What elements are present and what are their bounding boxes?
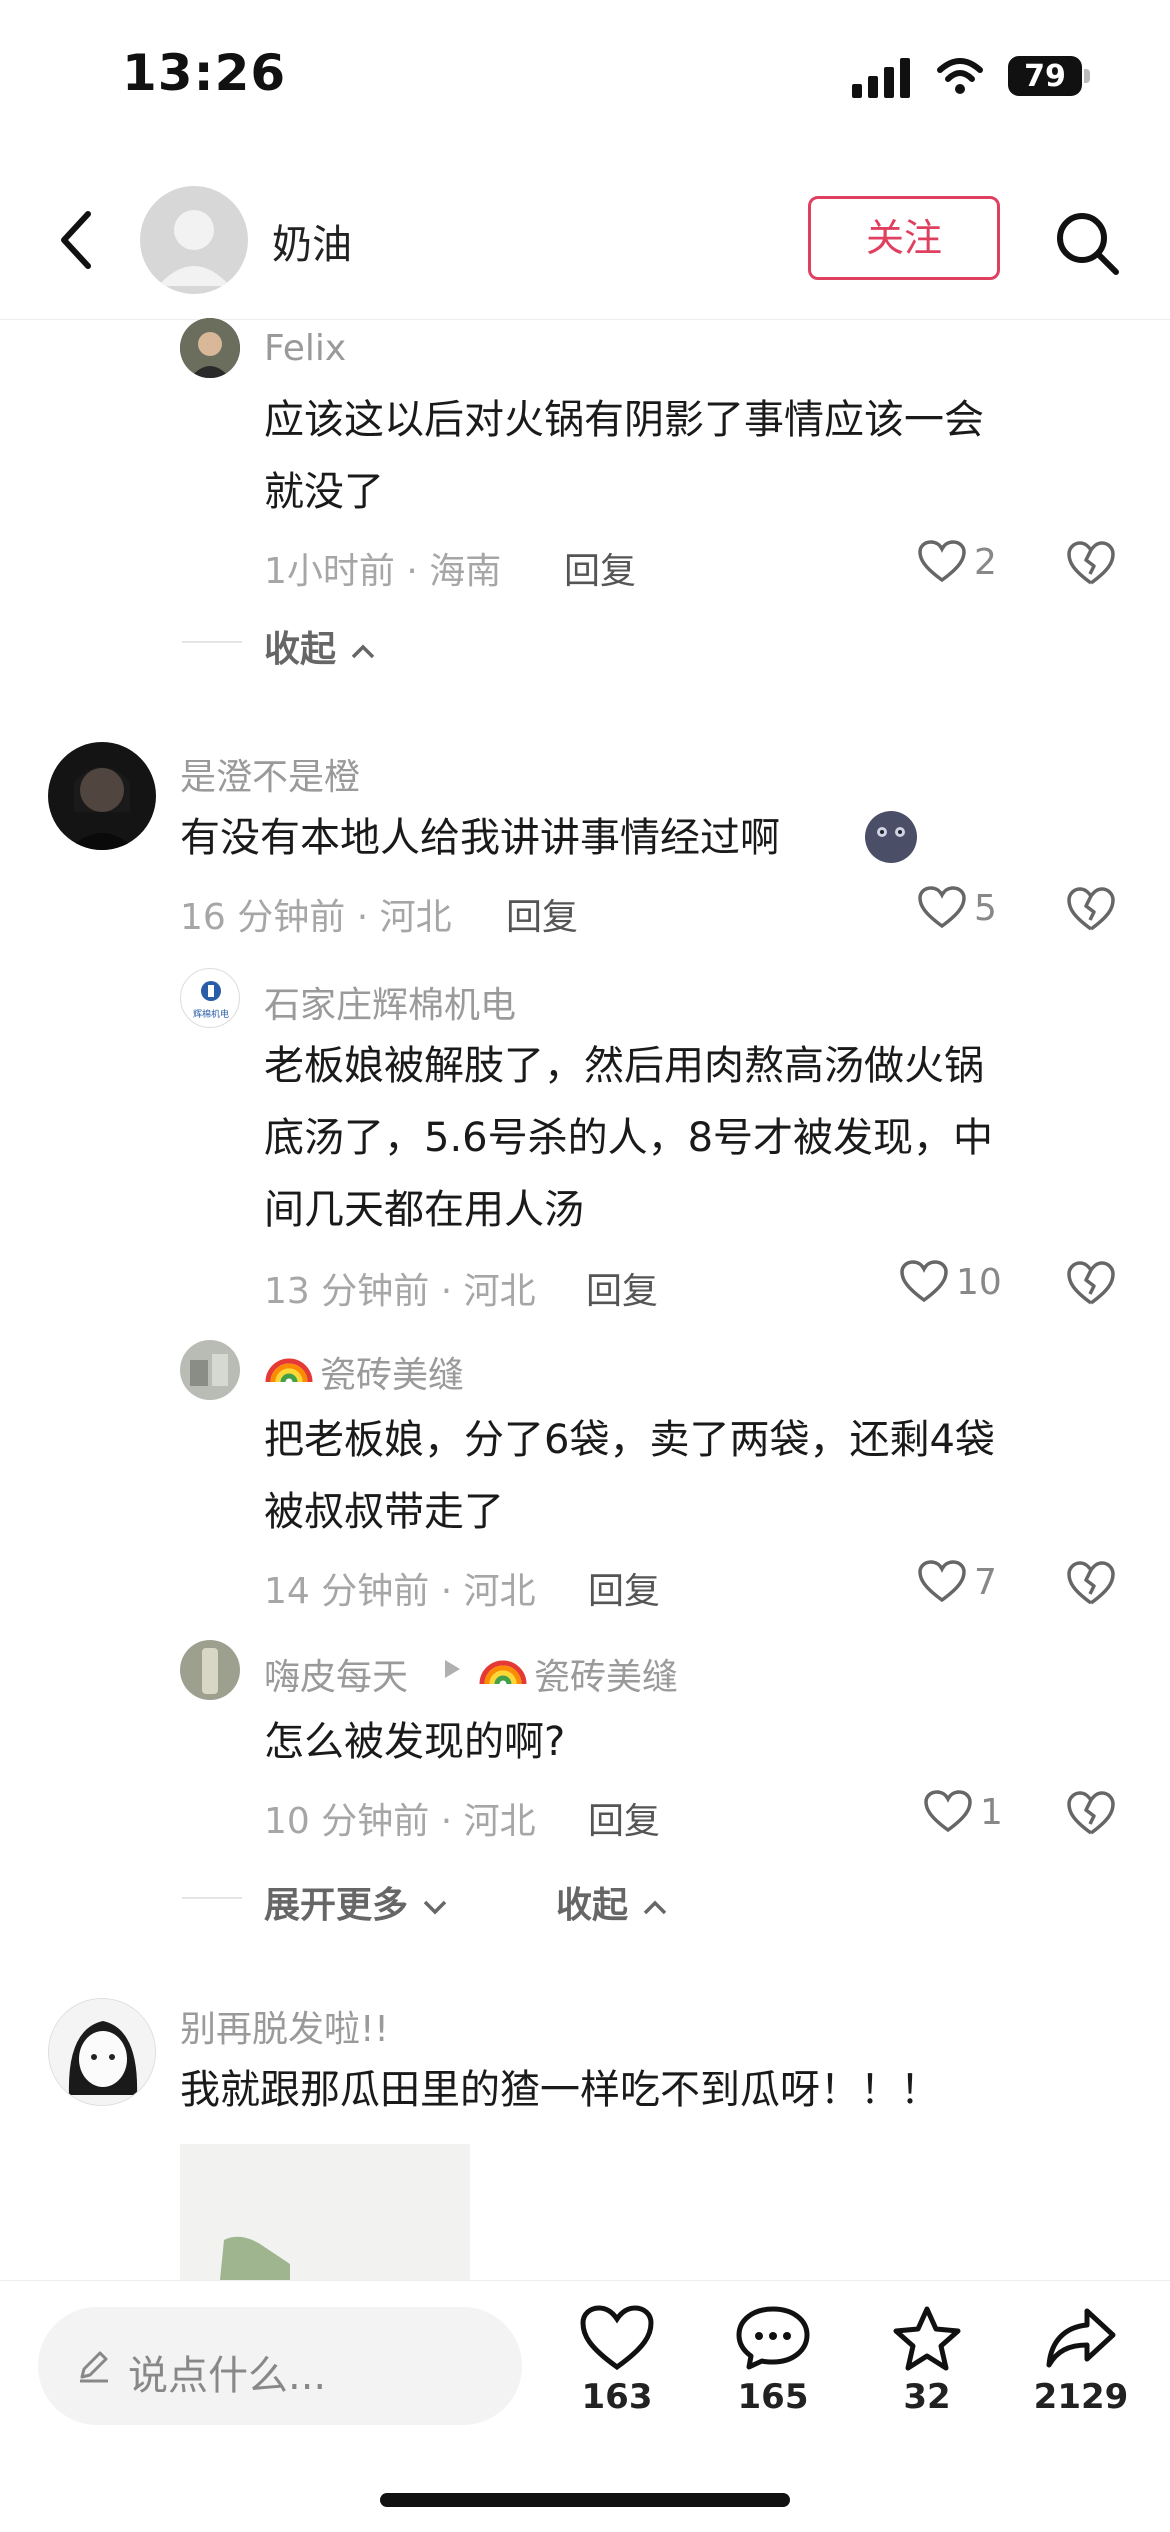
comment-input-placeholder: 说点什么... <box>128 2353 327 2399</box>
comment-text: 怎么被发现的啊? <box>264 1719 566 1765</box>
chevron-up-icon <box>643 1900 666 1915</box>
like-count: 10 <box>956 1262 1002 1303</box>
favorite-count: 32 <box>903 2377 951 2417</box>
author-avatar[interactable] <box>140 186 248 294</box>
follow-button[interactable]: 关注 <box>808 196 1000 280</box>
like-post-count: 163 <box>581 2377 653 2417</box>
avatar[interactable]: 辉棉机电 <box>180 968 240 1028</box>
star-icon <box>893 2306 961 2371</box>
divider <box>182 1897 242 1899</box>
rainbow-icon <box>479 1660 527 1685</box>
comment-username[interactable]: 嗨皮每天 <box>264 1648 408 1700</box>
heart-icon <box>918 540 966 583</box>
back-icon[interactable] <box>56 208 96 272</box>
collapse-label: 收起 <box>556 1885 629 1926</box>
comment-meta: 10 分钟前 · 河北 <box>264 1801 536 1842</box>
like-button[interactable]: 10 <box>900 1254 1020 1310</box>
home-indicator <box>380 2493 790 2507</box>
collapse-replies-button[interactable]: 收起 <box>556 1876 669 1928</box>
like-button[interactable]: 2 <box>918 534 1018 590</box>
dislike-icon[interactable] <box>1066 538 1116 588</box>
chevron-up-icon <box>351 644 374 659</box>
heart-icon <box>918 886 966 929</box>
battery-level: 79 <box>1024 59 1066 94</box>
heart-icon <box>924 1790 972 1833</box>
comment-text-line: 间几天都在用人汤 <box>264 1187 584 1233</box>
top-navigation: 奶油 关注 <box>0 180 1170 320</box>
comment-meta: 14 分钟前 · 河北 <box>264 1571 536 1612</box>
comment-meta: 16 分钟前 · 河北 <box>180 897 452 938</box>
reply-button[interactable]: 回复 <box>588 1562 660 1614</box>
reply-to-username[interactable]: 瓷砖美缝 <box>534 1648 678 1700</box>
comment-text-line: 底汤了，5.6号杀的人，8号才被发现，中 <box>264 1115 994 1161</box>
reply-button[interactable]: 回复 <box>506 888 578 940</box>
avatar[interactable] <box>180 1640 240 1700</box>
comment-username[interactable]: 别再脱发啦!! <box>180 2000 389 2052</box>
emoji-icon <box>865 811 917 863</box>
comment-text-line: 老板娘被解肢了，然后用肉熬高汤做火锅 <box>264 1043 984 1089</box>
comment-text-line: 应该这以后对火锅有阴影了事情应该一会 <box>264 397 984 443</box>
bottom-action-bar: 说点什么... 163 165 32 2129 <box>0 2280 1170 2532</box>
avatar[interactable] <box>180 1340 240 1400</box>
comment-text-line: 被叔叔带走了 <box>264 1489 504 1535</box>
comment-meta: 1小时前 · 海南 <box>264 551 502 592</box>
comment-meta: 13 分钟前 · 河北 <box>264 1271 536 1312</box>
author-name[interactable]: 奶油 <box>272 212 352 270</box>
rainbow-icon <box>265 1358 313 1383</box>
battery-indicator: 79 <box>1008 56 1090 96</box>
comment-post-button[interactable]: 165 <box>718 2305 828 2445</box>
collapse-replies-button[interactable]: 收起 <box>264 620 377 672</box>
dislike-icon[interactable] <box>1066 1788 1116 1838</box>
like-count: 7 <box>974 1562 997 1603</box>
collapse-label: 收起 <box>264 629 337 670</box>
like-count: 5 <box>974 888 997 929</box>
comment-username[interactable]: 是澄不是橙 <box>180 748 360 800</box>
avatar[interactable] <box>180 318 240 378</box>
pen-icon <box>80 2351 108 2383</box>
signal-icon <box>852 58 910 98</box>
expand-more-label: 展开更多 <box>264 1885 409 1926</box>
reply-button[interactable]: 回复 <box>586 1262 658 1314</box>
like-count: 2 <box>974 542 997 583</box>
heart-icon <box>918 1560 966 1603</box>
like-button[interactable]: 5 <box>918 880 1018 936</box>
comment-text: 我就跟那瓜田里的猹一样吃不到瓜呀！！！ <box>180 2067 940 2113</box>
expand-more-button[interactable]: 展开更多 <box>264 1876 449 1928</box>
comment-image[interactable] <box>180 2144 470 2280</box>
share-button[interactable]: 2129 <box>1026 2305 1136 2445</box>
reply-button[interactable]: 回复 <box>588 1792 660 1844</box>
dislike-icon[interactable] <box>1066 1558 1116 1608</box>
comment-input[interactable]: 说点什么... <box>38 2307 522 2425</box>
favorite-button[interactable]: 32 <box>872 2305 982 2445</box>
wifi-icon <box>937 58 983 94</box>
divider <box>182 641 242 643</box>
like-post-button[interactable]: 163 <box>562 2305 672 2445</box>
like-button[interactable]: 7 <box>918 1554 1018 1610</box>
avatar[interactable] <box>48 1998 156 2106</box>
like-count: 1 <box>980 1792 1003 1833</box>
comment-post-count: 165 <box>737 2377 809 2417</box>
search-icon[interactable] <box>1052 208 1122 278</box>
like-button[interactable]: 1 <box>924 1784 1024 1840</box>
avatar[interactable] <box>48 742 156 850</box>
reply-arrow-icon <box>445 1660 460 1678</box>
dislike-icon[interactable] <box>1066 1258 1116 1308</box>
comment-username[interactable]: Felix <box>264 328 346 369</box>
comment-username[interactable]: 石家庄辉棉机电 <box>264 976 516 1028</box>
svg-text:辉棉机电: 辉棉机电 <box>193 1008 229 1020</box>
heart-icon <box>900 1260 948 1303</box>
status-bar: 13:26 79 <box>0 0 1170 150</box>
share-count: 2129 <box>1033 2377 1129 2417</box>
status-time: 13:26 <box>122 44 287 102</box>
share-icon <box>1046 2308 1116 2368</box>
comment-icon <box>736 2306 810 2370</box>
comment-text-line: 把老板娘，分了6袋，卖了两袋，还剩4袋 <box>264 1417 995 1463</box>
dislike-icon[interactable] <box>1066 884 1116 934</box>
comment-text-line: 就没了 <box>264 469 384 515</box>
chevron-down-icon <box>423 1900 446 1915</box>
reply-button[interactable]: 回复 <box>564 542 636 594</box>
comment-username[interactable]: 瓷砖美缝 <box>320 1346 464 1398</box>
heart-icon <box>580 2305 654 2371</box>
comment-text: 有没有本地人给我讲讲事情经过啊 <box>180 815 780 861</box>
